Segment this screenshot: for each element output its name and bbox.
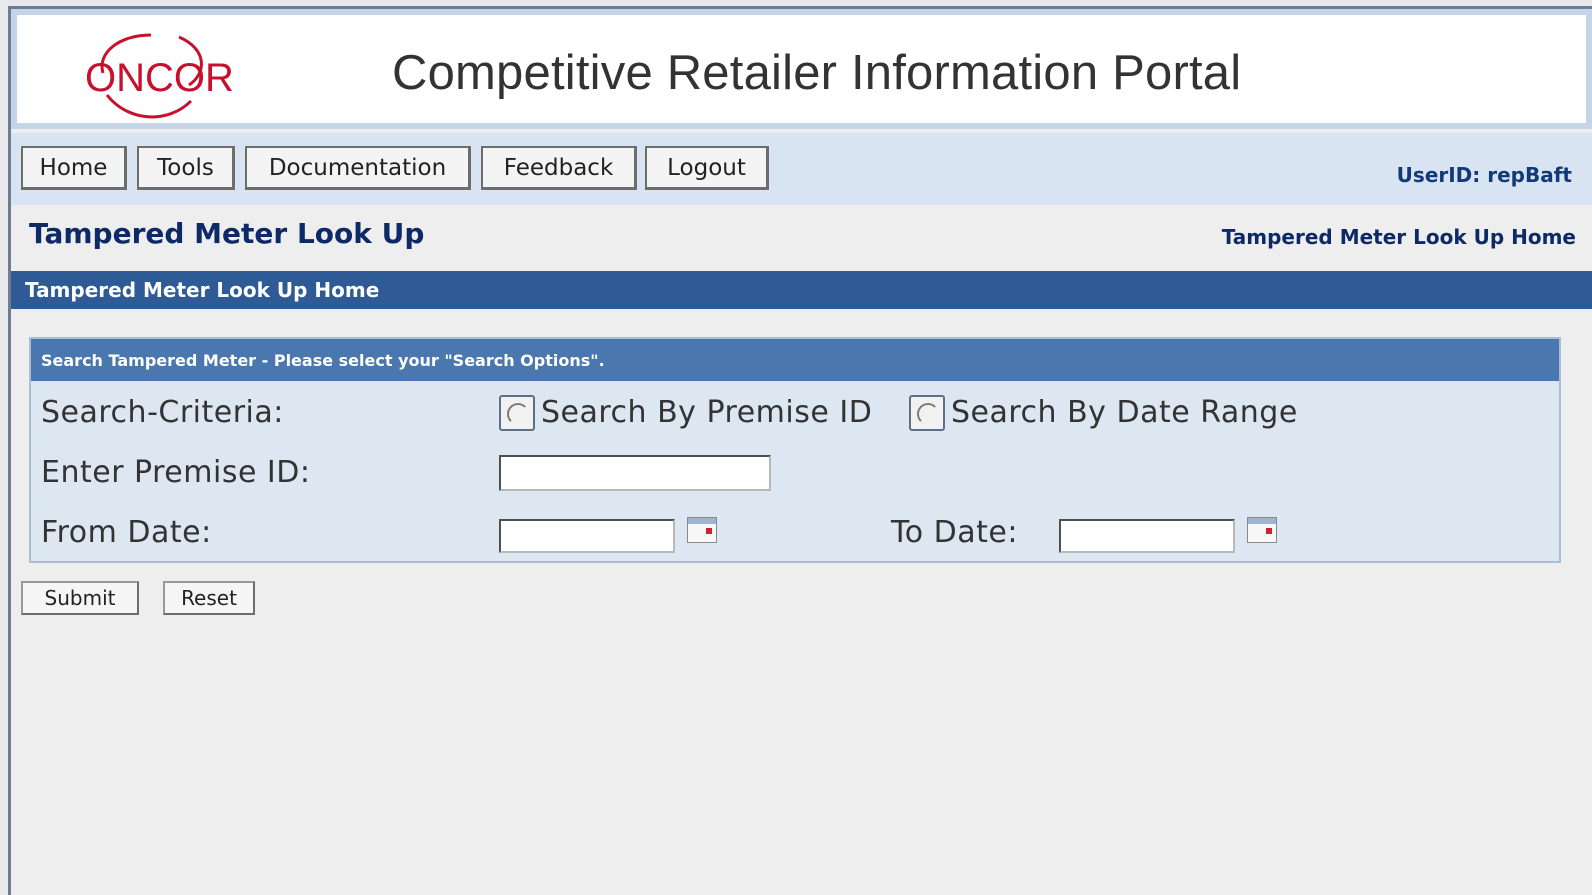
oncor-logo: ONCOR <box>85 33 234 119</box>
radio-date-range-label[interactable]: Search By Date Range <box>951 395 1298 430</box>
search-panel-header: Search Tampered Meter - Please select yo… <box>31 339 1559 381</box>
logo-text: ONCOR <box>85 56 234 100</box>
section-header-bar: Tampered Meter Look Up Home <box>11 271 1592 309</box>
search-panel-header-text: Search Tampered Meter - Please select yo… <box>41 351 605 370</box>
to-date-calendar-icon[interactable] <box>1247 517 1277 543</box>
radio-date-range[interactable] <box>909 395 945 431</box>
reset-button[interactable]: Reset <box>163 581 255 615</box>
nav-feedback-button[interactable]: Feedback <box>481 146 637 190</box>
page-frame: ONCOR Competitive Retailer Information P… <box>8 6 1592 895</box>
radio-premise-id[interactable] <box>499 395 535 431</box>
nav-documentation-button[interactable]: Documentation <box>245 146 471 190</box>
search-panel: Search Tampered Meter - Please select yo… <box>29 337 1561 563</box>
portal-header: ONCOR Competitive Retailer Information P… <box>11 9 1592 129</box>
user-id-label: UserID: repBaft <box>1396 163 1572 187</box>
top-nav: Home Tools Documentation Feedback Logout… <box>11 133 1592 205</box>
portal-title: Competitive Retailer Information Portal <box>392 46 1242 100</box>
page-title-row: Tampered Meter Look Up Tampered Meter Lo… <box>11 205 1592 271</box>
breadcrumb-link[interactable]: Tampered Meter Look Up Home <box>1222 225 1576 249</box>
page-title: Tampered Meter Look Up <box>29 217 425 250</box>
search-criteria-label: Search-Criteria: <box>41 395 284 430</box>
submit-button[interactable]: Submit <box>21 581 139 615</box>
from-date-input[interactable] <box>499 519 675 553</box>
radio-premise-id-label[interactable]: Search By Premise ID <box>541 395 872 430</box>
nav-tools-button[interactable]: Tools <box>137 146 235 190</box>
premise-id-input[interactable] <box>499 455 771 491</box>
nav-home-button[interactable]: Home <box>21 146 127 190</box>
section-title: Tampered Meter Look Up Home <box>25 278 380 302</box>
nav-logout-button[interactable]: Logout <box>645 146 769 190</box>
to-date-input[interactable] <box>1059 519 1235 553</box>
to-date-label: To Date: <box>891 515 1018 550</box>
premise-id-label: Enter Premise ID: <box>41 455 311 490</box>
from-date-label: From Date: <box>41 515 212 550</box>
from-date-calendar-icon[interactable] <box>687 517 717 543</box>
